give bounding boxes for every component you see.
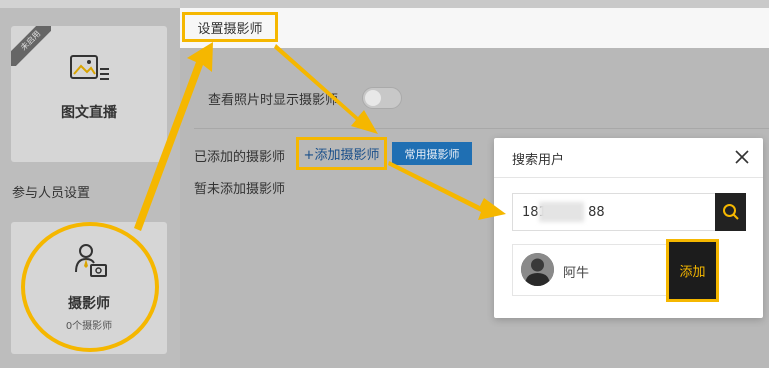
empty-state-text: 暂未添加摄影师 (194, 182, 286, 197)
ribbon-label: 未启用 (11, 26, 51, 66)
disabled-ribbon: 未启用 (11, 26, 51, 66)
top-strip (0, 0, 180, 8)
show-photographer-toggle[interactable] (362, 87, 402, 109)
close-icon[interactable] (733, 148, 751, 166)
tuwen-card-title: 图文直播 (61, 105, 117, 121)
search-button[interactable] (715, 193, 746, 231)
added-photographers-label: 已添加的摄影师 (194, 150, 286, 165)
image-text-icon (70, 55, 109, 80)
avatar (521, 253, 554, 286)
highlight-circle (21, 222, 159, 352)
top-strip-right (180, 0, 769, 8)
search-icon (722, 204, 739, 220)
toggle-knob (365, 90, 381, 106)
show-photographer-label: 查看照片时显示摄影师 (208, 93, 339, 108)
redacted-digits (539, 202, 584, 222)
add-photographer-button[interactable]: +添加摄影师 (296, 137, 387, 170)
divider (194, 128, 769, 129)
modal-title: 搜索用户 (512, 153, 565, 168)
common-photographers-button[interactable]: 常用摄影师 (392, 142, 472, 165)
add-user-button[interactable]: 添加 (671, 244, 714, 297)
modal-divider (494, 177, 763, 178)
user-name: 阿牛 (563, 266, 590, 281)
section-title: 参与人员设置 (12, 186, 91, 201)
panel-title: 设置摄影师 (182, 12, 278, 42)
